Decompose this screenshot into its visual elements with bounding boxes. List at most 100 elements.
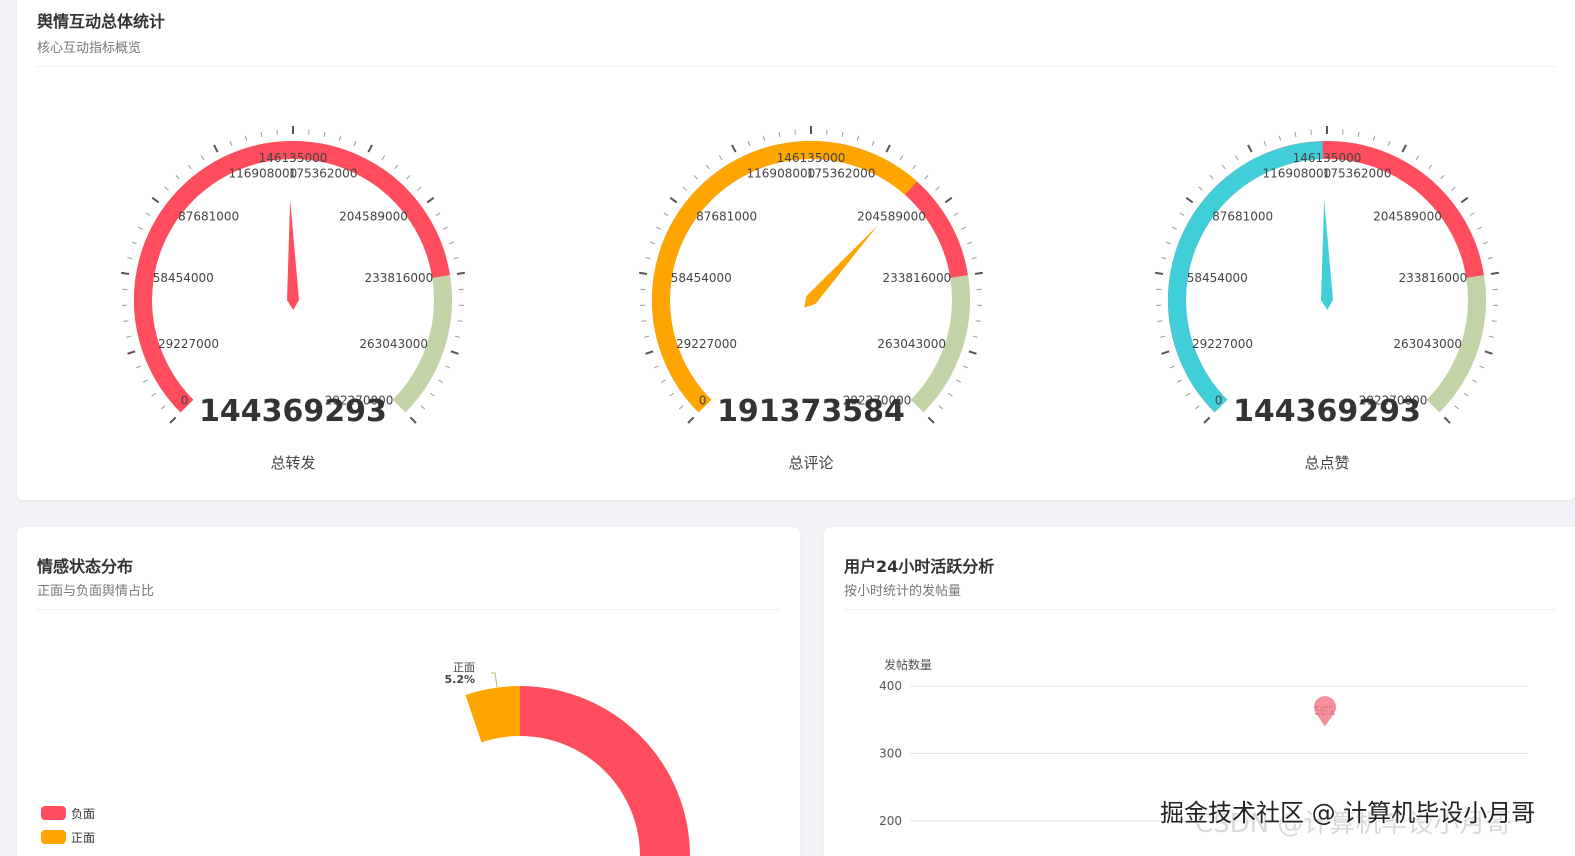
gauge-tick <box>120 271 130 276</box>
legend-swatch <box>41 806 66 820</box>
gauge-tick <box>160 405 166 410</box>
gauge-tick <box>663 212 669 216</box>
gauge-tick <box>453 256 459 260</box>
gauge-tick <box>449 241 455 245</box>
gauge-tick <box>338 135 342 141</box>
pie-label-pct: 5.2% <box>444 673 475 686</box>
gauge-tick <box>1154 271 1164 276</box>
gauge-tick <box>1160 335 1166 338</box>
gauge-tick <box>1179 212 1185 216</box>
gauge-tick <box>126 335 132 338</box>
gauge-pointer <box>287 200 299 310</box>
gauge-tick <box>1415 155 1420 161</box>
gauge-axis-label: 29227000 <box>676 337 737 351</box>
gauge-tick <box>260 131 263 138</box>
gauge-tick <box>678 405 684 410</box>
gauge-axis-label: 116908000 <box>229 166 298 180</box>
gauge-tick <box>435 212 441 216</box>
gauge-tick <box>938 405 944 410</box>
gauge-axis-label: 233816000 <box>1399 271 1468 285</box>
gauge-tick <box>693 175 698 180</box>
gauge-tick <box>1476 226 1482 230</box>
gauge-tick <box>731 144 737 153</box>
gauge-tick <box>1484 350 1493 355</box>
gauge-tick <box>169 416 177 424</box>
gauge-tick <box>1472 379 1478 383</box>
gauge-tick <box>1263 140 1267 146</box>
gauge-value: 144369293 <box>199 394 387 429</box>
gauge-tick <box>669 392 674 397</box>
gauge-axis-label: 146135000 <box>777 151 846 165</box>
gauge-tick <box>454 335 460 338</box>
gauge-axis-label: 58454000 <box>671 271 732 285</box>
gauge-tick <box>669 196 678 204</box>
gauge-tick <box>1176 379 1182 383</box>
gauge-tick <box>394 164 399 170</box>
gauge-axis-label: 204589000 <box>1373 210 1442 224</box>
gauge-tick <box>649 241 655 245</box>
gauge-tick <box>927 416 935 424</box>
gauge-tick <box>1488 335 1494 338</box>
gauge-tick <box>200 155 205 161</box>
gauge-tick <box>1221 164 1226 170</box>
gauge-tick <box>1198 186 1203 191</box>
gauge-label: 总点赞 <box>1304 454 1349 472</box>
gauge-axis-label: 116908000 <box>747 166 816 180</box>
gauge-tick <box>1464 392 1469 397</box>
sentiment-pie-chart: 正面5.2%负面正面 <box>41 661 690 856</box>
gauge-tick <box>871 140 875 146</box>
gauge-tick <box>187 164 192 170</box>
gauge-tick <box>967 241 973 245</box>
gauge-tick <box>457 320 463 322</box>
legend-label: 正面 <box>71 831 95 845</box>
gauge-axis-label: 263043000 <box>1393 337 1462 351</box>
gauge-tick <box>1185 196 1194 204</box>
gauge-tick <box>641 320 647 322</box>
gauge-axis-label: 0 <box>1215 393 1223 407</box>
gauge-axis-label: 58454000 <box>1187 271 1248 285</box>
gauge-tick <box>1460 196 1469 204</box>
gauge-tick <box>438 379 444 383</box>
gauge-tick <box>960 226 966 230</box>
pie-label-line <box>491 672 498 688</box>
gauge-tick <box>1440 175 1445 180</box>
gauge-tick <box>442 226 448 230</box>
gauge-tick <box>968 350 977 355</box>
gauge-tick <box>1165 241 1171 245</box>
gauge-tick <box>1428 164 1433 170</box>
gauge-tick <box>1234 155 1239 161</box>
gauge-tick <box>778 131 781 138</box>
gauge-tick <box>924 175 929 180</box>
gauge-tick <box>912 164 917 170</box>
gauge-axis-label: 263043000 <box>359 337 428 351</box>
gauge-tick <box>705 164 710 170</box>
gauge-tick <box>953 212 959 216</box>
gauge-tick <box>687 416 695 424</box>
legend-label: 负面 <box>71 807 95 821</box>
legend-swatch <box>41 830 66 844</box>
gauge-tick <box>1172 226 1178 230</box>
gauge-axis-label: 29227000 <box>1192 337 1253 351</box>
gauge-axis-label: 204589000 <box>339 210 408 224</box>
gauge-tick <box>1161 256 1167 260</box>
gauge-tick <box>1372 135 1376 141</box>
gauge-tick <box>151 392 156 397</box>
gauge-tick <box>975 320 981 322</box>
gauge-axis-label: 175362000 <box>807 166 876 180</box>
gauge-tick <box>1247 144 1253 153</box>
gauge-tick <box>244 135 248 141</box>
gauge-tick <box>747 140 751 146</box>
gauge-tick <box>971 256 977 260</box>
gauge-tick <box>381 155 386 161</box>
gauge-tick <box>1443 416 1451 424</box>
gauge-axis-label: 233816000 <box>365 271 434 285</box>
gauge-tick <box>367 144 373 153</box>
gauge-tick <box>1209 175 1214 180</box>
gauge-axis-label: 0 <box>699 393 707 407</box>
gauges-chart: 0292270005845400087681000116908000146135… <box>120 126 1500 472</box>
gauge-tick <box>131 241 137 245</box>
gauge-tick <box>406 175 411 180</box>
max-marker-value: 352 <box>1315 704 1336 717</box>
gauge-value: 144369293 <box>1233 394 1421 429</box>
gauge-axis-label: 29227000 <box>158 337 219 351</box>
